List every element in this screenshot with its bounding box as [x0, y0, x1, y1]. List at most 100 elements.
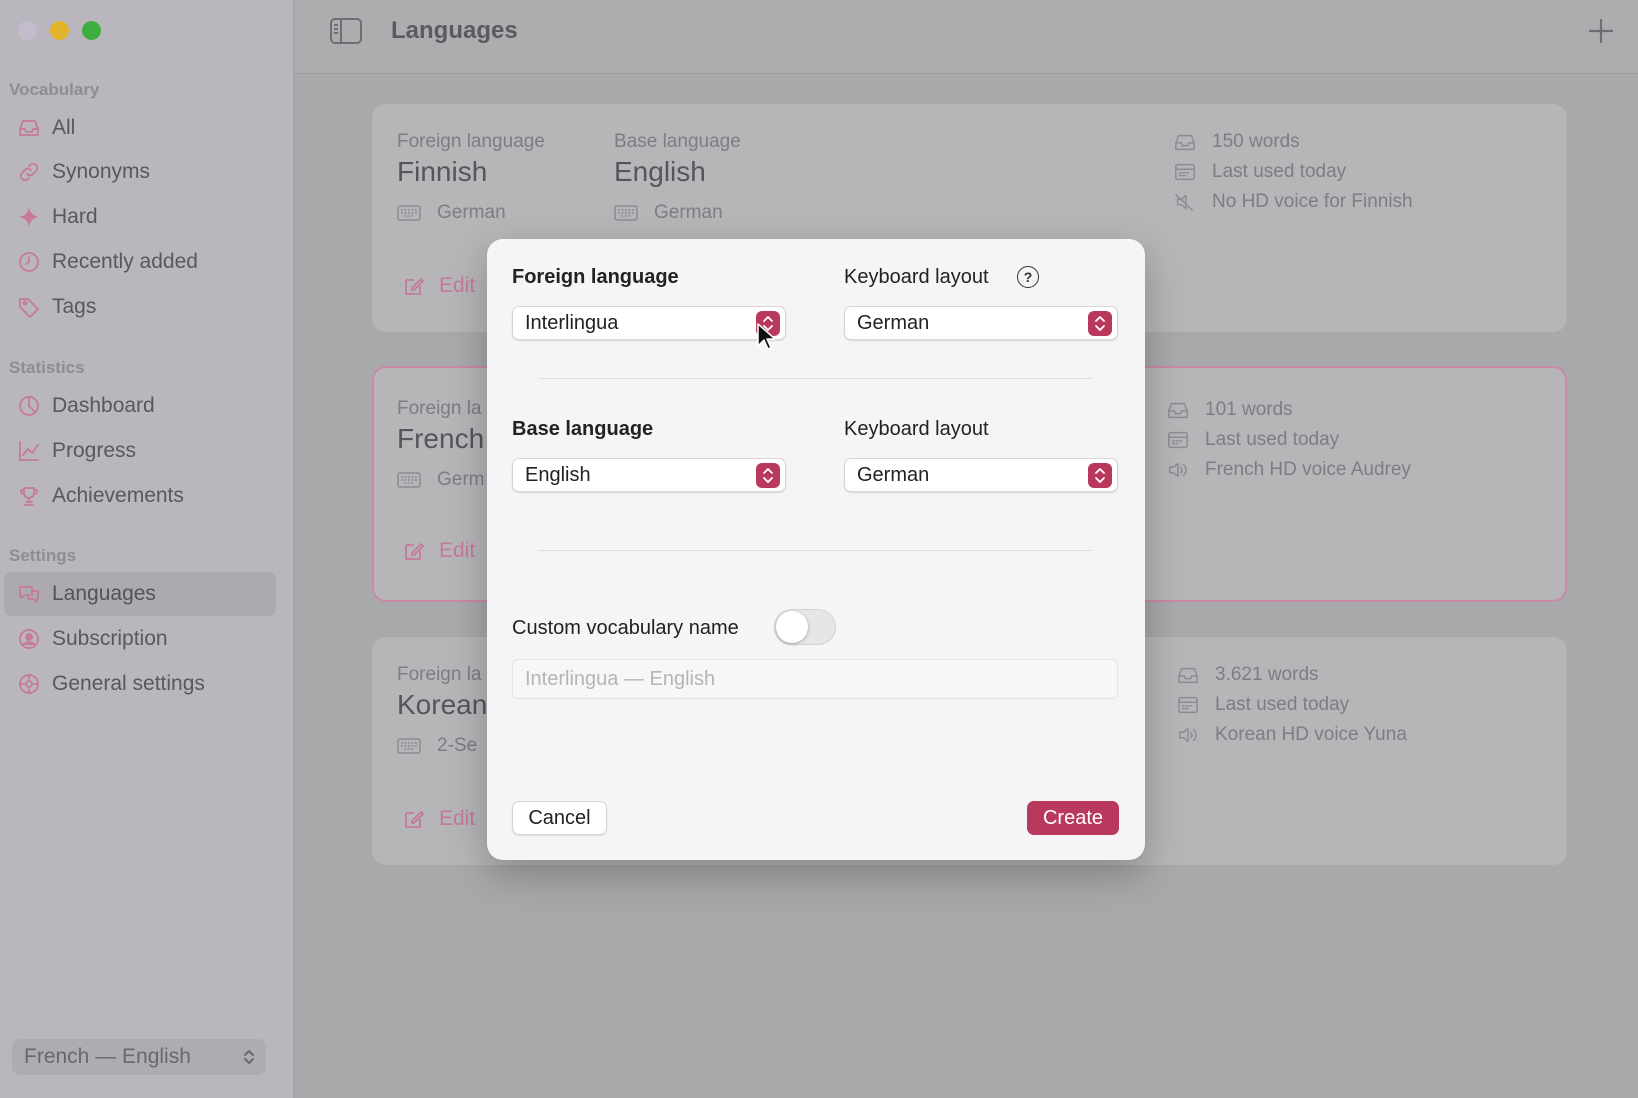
sidebar-item-label: Languages: [52, 582, 156, 605]
edit-button[interactable]: Edit: [403, 807, 475, 831]
create-button[interactable]: Create: [1027, 801, 1119, 835]
sidebar-toggle-icon[interactable]: [330, 18, 362, 44]
sidebar-item-dashboard[interactable]: Dashboard: [4, 384, 276, 428]
window-controls: [18, 21, 101, 40]
mouse-cursor-icon: [757, 323, 775, 350]
sidebar-item-general-settings[interactable]: General settings: [4, 662, 276, 706]
sidebar-item-recently-added[interactable]: Recently added: [4, 240, 276, 284]
hd-voice-status: Korean HD voice Yuna: [1177, 724, 1407, 746]
hd-voice-status: No HD voice for Finnish: [1174, 191, 1413, 213]
keyboard-layout-label: Keyboard layout: [844, 266, 989, 288]
foreign-language-label: Foreign language: [512, 266, 679, 288]
custom-vocabulary-name-input[interactable]: [512, 659, 1118, 699]
sidebar-item-all[interactable]: All: [4, 106, 276, 150]
edit-icon: [405, 810, 425, 828]
foreign-keyboard-layout-select[interactable]: German: [844, 306, 1118, 340]
stepper-icon: [1088, 311, 1112, 336]
base-language-label: Base language: [614, 131, 741, 152]
foreign-language-label: Foreign la: [397, 664, 482, 685]
speech-bubbles-icon: [16, 581, 42, 607]
minimize-window-button[interactable]: [50, 21, 69, 40]
last-used: Last used today: [1174, 161, 1346, 183]
edit-icon: [405, 542, 425, 560]
sidebar-item-achievements[interactable]: Achievements: [4, 474, 276, 518]
toggle-knob: [776, 611, 808, 643]
sidebar: Vocabulary All Synonyms Hard Recently ad…: [0, 0, 294, 1098]
close-window-button[interactable]: [18, 21, 37, 40]
word-count: 150 words: [1174, 131, 1300, 153]
clock-icon: [16, 249, 42, 275]
help-icon[interactable]: ?: [1017, 266, 1039, 288]
cancel-button[interactable]: Cancel: [512, 801, 607, 835]
sidebar-item-label: Dashboard: [52, 394, 155, 417]
foreign-language-name: French: [397, 423, 485, 454]
foreign-language-name: Korean: [397, 689, 488, 720]
maximize-window-button[interactable]: [82, 21, 101, 40]
sidebar-item-label: Progress: [52, 439, 137, 462]
edit-button[interactable]: Edit: [403, 539, 475, 563]
foreign-language-label: Foreign la: [397, 398, 482, 419]
sidebar-item-label: Tags: [52, 295, 97, 318]
line-chart-icon: [16, 438, 42, 464]
tray-icon: [1168, 402, 1188, 419]
section-title-vocabulary: Vocabulary: [9, 80, 100, 99]
chevron-updown-icon: [244, 1050, 254, 1064]
last-used: Last used today: [1177, 694, 1349, 716]
link-icon: [16, 159, 42, 185]
sidebar-item-label: Achievements: [52, 484, 184, 507]
gear-icon: [16, 671, 42, 697]
tag-icon: [16, 294, 42, 320]
divider: [538, 550, 1093, 551]
tray-icon: [1175, 134, 1195, 151]
last-used: Last used today: [1167, 429, 1339, 451]
foreign-keyboard: 2-Se: [397, 735, 477, 757]
calendar-icon: [1168, 431, 1188, 449]
calendar-icon: [1175, 163, 1195, 181]
keyboard-icon: [397, 738, 421, 754]
keyboard-layout-value: German: [857, 463, 930, 486]
tray-icon: [16, 115, 42, 141]
sidebar-item-tags[interactable]: Tags: [4, 285, 276, 329]
stepper-icon: [1088, 463, 1112, 488]
sidebar-item-label: Synonyms: [52, 160, 151, 183]
edit-button[interactable]: Edit: [403, 274, 475, 298]
sidebar-item-synonyms[interactable]: Synonyms: [4, 150, 276, 194]
base-keyboard: German: [614, 202, 723, 224]
divider: [538, 378, 1093, 379]
sparkle-icon: [16, 204, 42, 230]
speaker-icon: [1179, 727, 1197, 743]
sidebar-item-label: General settings: [52, 672, 205, 695]
stepper-icon: [756, 463, 780, 488]
foreign-keyboard: Germ: [397, 469, 485, 491]
edit-icon: [405, 277, 425, 295]
sidebar-item-progress[interactable]: Progress: [4, 429, 276, 473]
sidebar-item-label: Recently added: [52, 250, 198, 273]
foreign-language-select[interactable]: Interlingua: [512, 306, 786, 340]
keyboard-icon: [614, 205, 638, 221]
speaker-icon: [1169, 462, 1187, 478]
base-language-select[interactable]: English: [512, 458, 786, 492]
speaker-muted-icon: [1175, 193, 1194, 211]
add-language-button[interactable]: [1588, 18, 1614, 44]
vocabulary-select[interactable]: French — English: [12, 1039, 266, 1075]
word-count: 101 words: [1167, 399, 1293, 421]
custom-vocabulary-name-toggle[interactable]: [774, 609, 836, 645]
foreign-language-name: Finnish: [397, 156, 488, 187]
calendar-icon: [1178, 696, 1198, 714]
toolbar: Languages: [295, 0, 1638, 74]
foreign-language-value: Interlingua: [525, 311, 619, 334]
trophy-icon: [16, 483, 42, 509]
foreign-keyboard: German: [397, 202, 506, 224]
base-language-name: English: [614, 156, 706, 187]
foreign-language-label: Foreign language: [397, 131, 545, 152]
sidebar-item-label: Hard: [52, 205, 98, 228]
chart-pie-icon: [16, 393, 42, 419]
sidebar-item-subscription[interactable]: Subscription: [4, 617, 276, 661]
word-count: 3.621 words: [1177, 664, 1319, 686]
sidebar-item-hard[interactable]: Hard: [4, 195, 276, 239]
page-title: Languages: [391, 17, 518, 44]
sidebar-item-label: All: [52, 116, 76, 139]
sidebar-item-languages[interactable]: Languages: [4, 572, 276, 616]
base-keyboard-layout-select[interactable]: German: [844, 458, 1118, 492]
section-title-settings: Settings: [9, 546, 77, 565]
